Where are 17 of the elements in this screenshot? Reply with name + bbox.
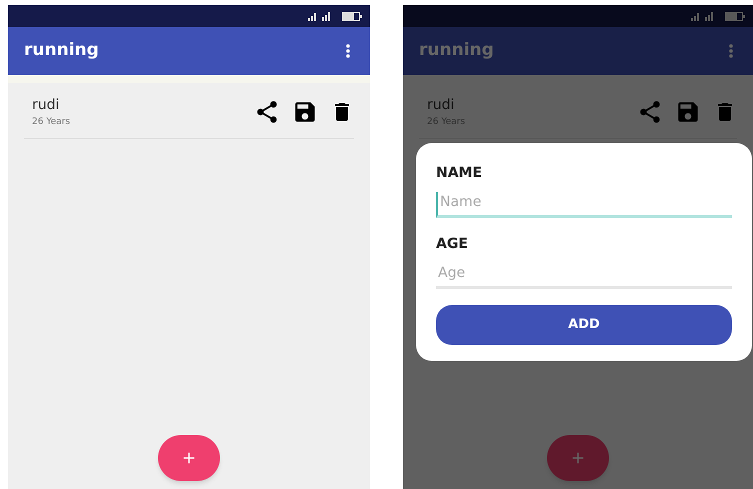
list-item[interactable]: rudi 26 Years: [24, 95, 354, 138]
item-name: rudi: [32, 96, 60, 115]
add-button[interactable]: [158, 435, 220, 481]
add-button[interactable]: [547, 435, 609, 481]
add-button[interactable]: ADD: [436, 305, 732, 345]
app-title: running: [419, 39, 494, 62]
battery-icon: [342, 12, 362, 20]
field-label: AGE: [436, 235, 469, 254]
battery-icon: [725, 12, 745, 20]
item-age: 26 Years: [32, 116, 70, 129]
app-title: running: [24, 39, 99, 62]
more-icon: [346, 44, 350, 58]
field-label: NAME: [436, 164, 484, 183]
text-field[interactable]: Name: [436, 192, 732, 218]
item-name: rudi: [427, 96, 456, 115]
more-icon: [729, 44, 733, 58]
text-field[interactable]: Age: [436, 263, 732, 289]
